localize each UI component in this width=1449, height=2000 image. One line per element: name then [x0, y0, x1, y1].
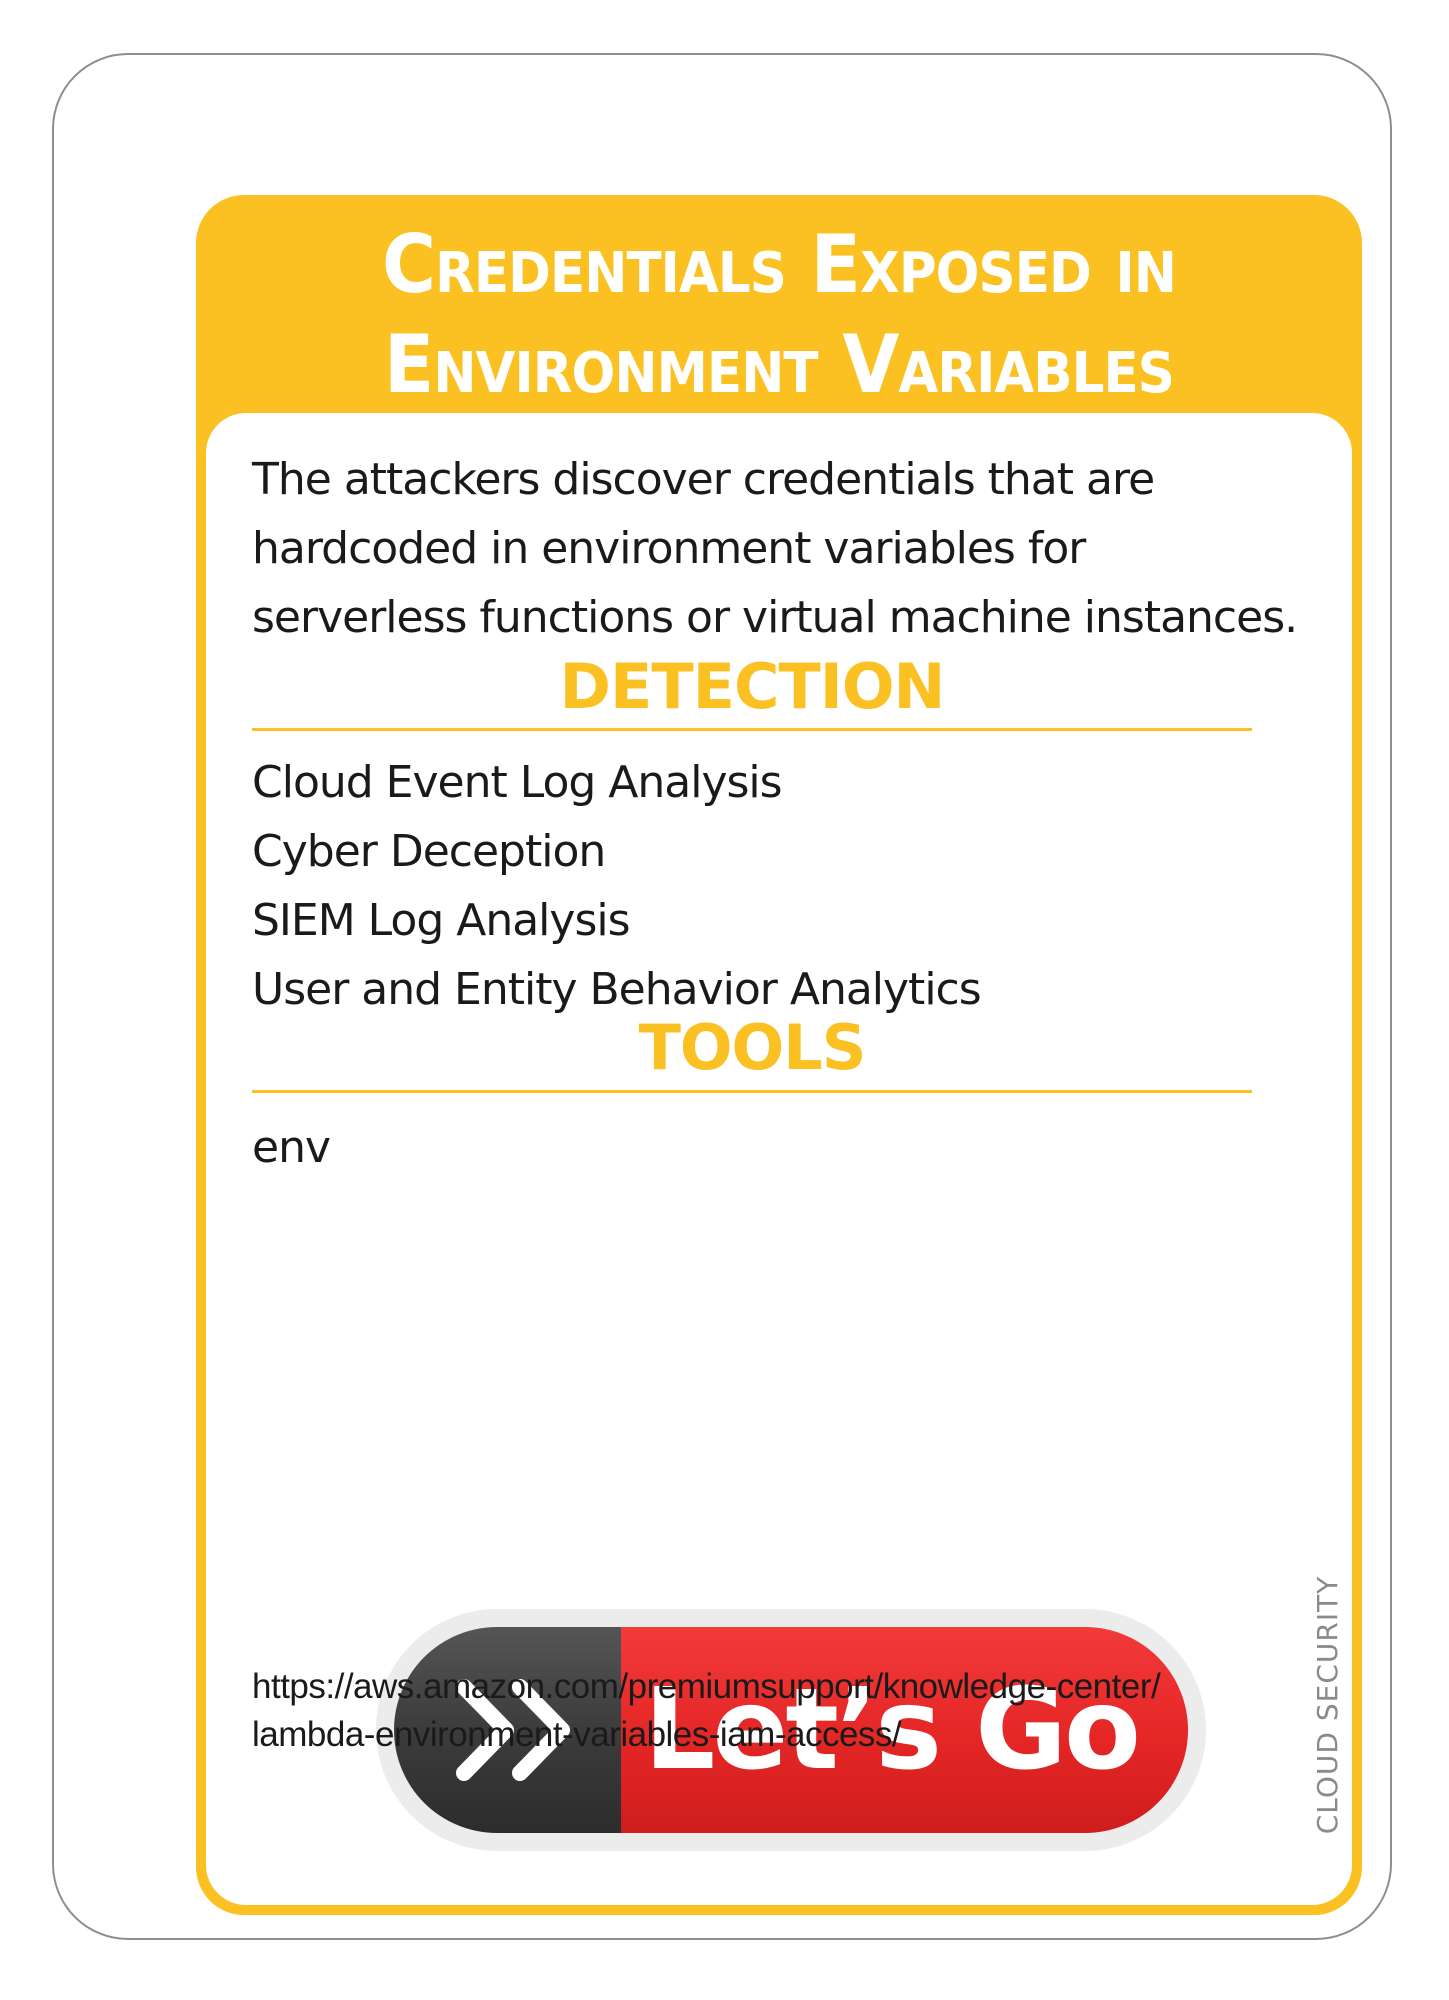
tools-item: env	[252, 1122, 331, 1173]
tools-list: env	[252, 1113, 331, 1182]
category-label: CLOUD SECURITY	[1311, 1575, 1344, 1835]
detection-item: Cloud Event Log Analysis	[252, 757, 783, 808]
card-body: The attackers discover credentials that …	[206, 413, 1352, 1905]
reference-link-line-1: https://aws.amazon.com/premiumsupport/kn…	[252, 1667, 1161, 1706]
description-line: serverless functions or virtual machine …	[252, 592, 1298, 643]
description-line: hardcoded in environment variables for	[252, 523, 1086, 574]
tools-heading: TOOLS	[638, 1011, 867, 1084]
reference-link-line-2: lambda-environment-variables-iam-access/	[252, 1715, 902, 1754]
detection-heading: DETECTION	[559, 650, 946, 723]
detection-item: Cyber Deception	[252, 826, 606, 877]
tools-divider	[252, 1090, 1252, 1093]
card-title-line-2: Environment Variables	[384, 318, 1175, 411]
detection-divider	[252, 728, 1252, 731]
card-title: Credentials Exposed in Environment Varia…	[243, 215, 1316, 415]
card-title-line-1: Credentials Exposed in	[382, 218, 1177, 311]
reference-link[interactable]: https://aws.amazon.com/premiumsupport/kn…	[252, 1663, 1312, 1759]
card-frame: Credentials Exposed in Environment Varia…	[196, 195, 1362, 1915]
description-line: The attackers discover credentials that …	[252, 454, 1155, 505]
card: Credentials Exposed in Environment Varia…	[52, 53, 1392, 1940]
detection-item: SIEM Log Analysis	[252, 895, 631, 946]
card-description: The attackers discover credentials that …	[252, 445, 1322, 652]
detection-list: Cloud Event Log Analysis Cyber Deception…	[252, 748, 982, 1024]
